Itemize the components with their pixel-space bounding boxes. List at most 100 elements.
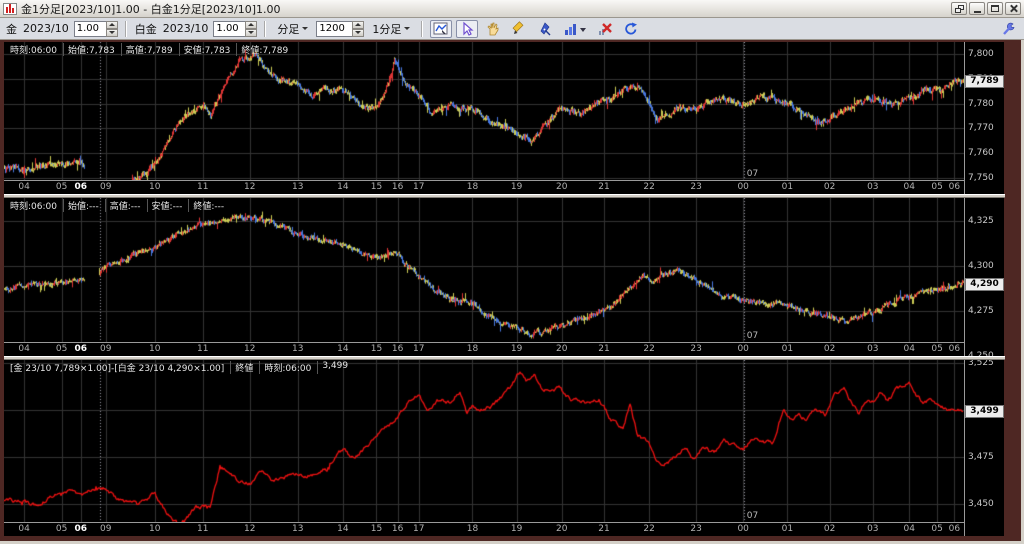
timeframe-dropdown[interactable]: 1分足 (368, 20, 414, 38)
platinum-label: 白金 (134, 21, 158, 37)
price-tick-label: 3,525 (968, 360, 994, 368)
last-price-box: 4,290 (965, 278, 1004, 291)
time-axis-label: 05 (53, 344, 71, 354)
pan-tool-button[interactable] (482, 20, 504, 38)
minimize-icon (974, 11, 981, 13)
toolbar-separator (421, 21, 423, 37)
time-axis-label: 16 (389, 182, 407, 192)
chart-cursor-tool-button[interactable] (430, 20, 452, 38)
interval-type-dropdown[interactable]: 分足 (273, 20, 312, 38)
spin-up-button[interactable] (245, 21, 257, 29)
time-axis-label: 10 (146, 344, 164, 354)
gold-contract-month[interactable]: 2023/10 (22, 22, 70, 35)
gold-plot[interactable]: 時刻:06:00 始値:7,783 高値:7,789 安値:7,783 終値:7… (4, 42, 964, 180)
platinum-price-axis: 4,3254,3004,2754,2504,290 (964, 198, 1004, 356)
time-axis-label: 15 (367, 524, 385, 534)
time-axis-label: 23 (687, 524, 705, 534)
time-axis-label: 18 (463, 182, 481, 192)
pen-icon (537, 21, 553, 37)
time-axis-label: 15 (367, 344, 385, 354)
platinum-plot[interactable]: 時刻:06:00 始値:--- 高値:--- 安値:--- 終値:--- 07 (4, 198, 964, 342)
indicator-tool-button[interactable] (560, 20, 590, 38)
time-axis-label: 19 (508, 182, 526, 192)
time-axis-label: 00 (734, 524, 752, 534)
time-axis-label: 20 (553, 344, 571, 354)
spin-down-button[interactable] (245, 29, 257, 37)
time-axis-label: 09 (97, 524, 115, 534)
delete-x-icon (597, 21, 613, 37)
spread-price-axis: 3,5253,5003,4753,4503,499 (964, 360, 1004, 536)
refresh-icon (623, 21, 639, 37)
spin-up-button[interactable] (106, 21, 118, 29)
time-axis-label: 03 (864, 182, 882, 192)
close-button[interactable] (1005, 2, 1021, 15)
minimize-button[interactable] (969, 2, 985, 15)
time-axis-label: 13 (289, 524, 307, 534)
time-axis-label: 22 (640, 182, 658, 192)
time-axis-label: 13 (289, 182, 307, 192)
chart-cursor-icon (433, 21, 449, 37)
gold-multiplier-value[interactable]: 1.00 (74, 21, 106, 37)
time-axis-label: 06 (72, 344, 90, 354)
time-axis-label: 16 (389, 524, 407, 534)
time-axis-label: 05 (928, 524, 946, 534)
time-axis-label: 21 (595, 344, 613, 354)
time-axis-label: 04 (15, 344, 33, 354)
time-axis-label: 15 (367, 182, 385, 192)
time-axis-label: 04 (900, 344, 918, 354)
time-axis-label: 23 (687, 182, 705, 192)
delete-tool-button[interactable] (594, 20, 616, 38)
settings-tool-button[interactable] (997, 20, 1019, 38)
time-axis-label: 12 (241, 524, 259, 534)
spread-plot[interactable]: [金 23/10 7,789×1.00]-[白金 23/10 4,290×1.0… (4, 360, 964, 522)
refresh-tool-button[interactable] (620, 20, 642, 38)
titlebar: 金1分足[2023/10]1.00 - 白金1分足[2023/10]1.00 (0, 0, 1024, 18)
price-tick-label: 4,325 (968, 216, 994, 226)
time-axis-label: 12 (241, 182, 259, 192)
spin-up-button[interactable] (352, 21, 364, 29)
price-tick-label: 4,250 (968, 351, 994, 356)
bar-count-spinner[interactable]: 1200 (316, 21, 364, 37)
spin-down-button[interactable] (106, 29, 118, 37)
time-axis-label: 21 (595, 182, 613, 192)
interval-type-label: 分足 (277, 21, 299, 37)
platinum-multiplier-spinner[interactable]: 1.00 (213, 21, 257, 37)
time-axis-label: 17 (410, 182, 428, 192)
gold-label: 金 (5, 21, 18, 37)
platinum-contract-month[interactable]: 2023/10 (162, 22, 210, 35)
time-axis-label: 21 (595, 524, 613, 534)
time-axis-label: 10 (146, 524, 164, 534)
spin-down-button[interactable] (352, 29, 364, 37)
price-tick-label: 3,450 (968, 499, 994, 509)
time-axis-label: 13 (289, 344, 307, 354)
float-window-button[interactable] (951, 2, 967, 15)
time-axis-label: 11 (194, 524, 212, 534)
time-axis-label: 11 (194, 182, 212, 192)
last-price-box: 3,499 (965, 405, 1004, 418)
pointer-tool-button[interactable] (456, 20, 478, 38)
time-axis-label: 17 (410, 344, 428, 354)
time-axis-label: 03 (864, 524, 882, 534)
toolbar-separator (125, 21, 127, 37)
maximize-icon (991, 5, 999, 12)
maximize-button[interactable] (987, 2, 1003, 15)
pencil-tool-button[interactable] (508, 20, 530, 38)
price-tick-label: 7,750 (968, 173, 994, 183)
chart-area: 時刻:06:00 始値:7,783 高値:7,789 安値:7,783 終値:7… (0, 40, 1024, 544)
time-axis-label: 02 (821, 182, 839, 192)
time-axis-label: 19 (508, 524, 526, 534)
pen-tool-button[interactable] (534, 20, 556, 38)
bar-count-value[interactable]: 1200 (316, 21, 352, 37)
time-axis-label: 23 (687, 344, 705, 354)
gold-price-axis: 7,8107,8007,7907,7807,7707,7607,7507,789 (964, 42, 1004, 194)
time-axis-label: 18 (463, 344, 481, 354)
time-axis-label: 01 (778, 344, 796, 354)
time-axis-label: 01 (778, 182, 796, 192)
time-axis-label: 20 (553, 524, 571, 534)
platinum-multiplier-value[interactable]: 1.00 (213, 21, 245, 37)
time-axis-label: 05 (928, 344, 946, 354)
time-axis-label: 20 (553, 182, 571, 192)
gold-multiplier-spinner[interactable]: 1.00 (74, 21, 118, 37)
window-title: 金1分足[2023/10]1.00 - 白金1分足[2023/10]1.00 (21, 1, 947, 17)
time-axis-label: 05 (53, 182, 71, 192)
